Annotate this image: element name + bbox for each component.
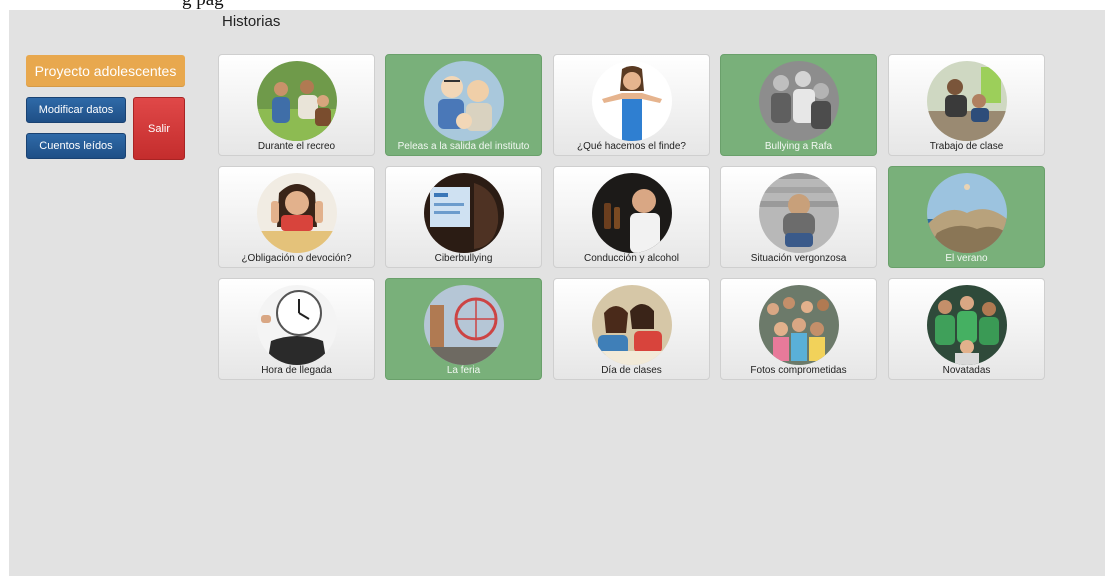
story-card-dia-de-clases[interactable]: Día de clases: [553, 278, 710, 380]
story-title: Novatadas: [942, 365, 991, 376]
story-thumbnail: [927, 61, 1007, 141]
read-stories-button[interactable]: Cuentos leídos: [26, 133, 126, 159]
story-thumbnail: [424, 285, 504, 365]
story-title: Ciberbullying: [434, 253, 493, 264]
story-title: Durante el recreo: [257, 141, 336, 152]
story-title: Fotos comprometidas: [750, 365, 847, 376]
story-card-durante-el-recreo[interactable]: Durante el recreo: [218, 54, 375, 156]
story-thumbnail: [592, 173, 672, 253]
story-title: Trabajo de clase: [929, 141, 1004, 152]
story-thumbnail: [927, 285, 1007, 365]
story-thumbnail: [759, 173, 839, 253]
project-button[interactable]: Proyecto adolescentes: [26, 55, 185, 87]
modify-data-button[interactable]: Modificar datos: [26, 97, 126, 123]
story-thumbnail: [424, 173, 504, 253]
story-thumbnail: [257, 173, 337, 253]
story-title: ¿Obligación o devoción?: [241, 253, 352, 264]
story-thumbnail: [927, 173, 1007, 253]
story-thumbnail: [759, 285, 839, 365]
story-title: ¿Qué hacemos el finde?: [577, 141, 686, 152]
story-thumbnail: [257, 61, 337, 141]
story-card-novatadas[interactable]: Novatadas: [888, 278, 1045, 380]
app-area: Historias Proyecto adolescentes Modifica…: [9, 10, 1105, 576]
story-card-fotos-comprometidas[interactable]: Fotos comprometidas: [720, 278, 877, 380]
story-card-obligacion-o-devocion[interactable]: ¿Obligación o devoción?: [218, 166, 375, 268]
story-title: Hora de llegada: [261, 365, 332, 376]
story-card-bullying-a-rafa[interactable]: Bullying a Rafa: [720, 54, 877, 156]
story-thumbnail: [592, 61, 672, 141]
story-title: Día de clases: [601, 365, 662, 376]
story-card-el-verano[interactable]: El verano: [888, 166, 1045, 268]
story-thumbnail: [257, 285, 337, 365]
story-card-conduccion-y-alcohol[interactable]: Conducción y alcohol: [553, 166, 710, 268]
story-title: El verano: [945, 253, 988, 264]
story-card-trabajo-de-clase[interactable]: Trabajo de clase: [888, 54, 1045, 156]
story-title: Conducción y alcohol: [583, 253, 680, 264]
story-card-la-feria[interactable]: La feria: [385, 278, 542, 380]
story-card-que-hacemos-el-finde[interactable]: ¿Qué hacemos el finde?: [553, 54, 710, 156]
cropped-text-fragment: g pág: [182, 0, 224, 10]
story-thumbnail: [759, 61, 839, 141]
exit-button[interactable]: Salir: [133, 97, 185, 160]
story-title: La feria: [446, 365, 481, 376]
cropped-document-text: g pág: [0, 0, 1113, 10]
page-title: Historias: [222, 13, 281, 30]
story-card-ciberbullying[interactable]: Ciberbullying: [385, 166, 542, 268]
story-thumbnail: [424, 61, 504, 141]
story-card-hora-de-llegada[interactable]: Hora de llegada: [218, 278, 375, 380]
story-title: Bullying a Rafa: [764, 141, 833, 152]
story-title: Situación vergonzosa: [750, 253, 847, 264]
story-thumbnail: [592, 285, 672, 365]
story-title: Peleas a la salida del instituto: [397, 141, 530, 152]
story-card-situacion-vergonzosa[interactable]: Situación vergonzosa: [720, 166, 877, 268]
story-card-peleas-a-la-salida[interactable]: Peleas a la salida del instituto: [385, 54, 542, 156]
